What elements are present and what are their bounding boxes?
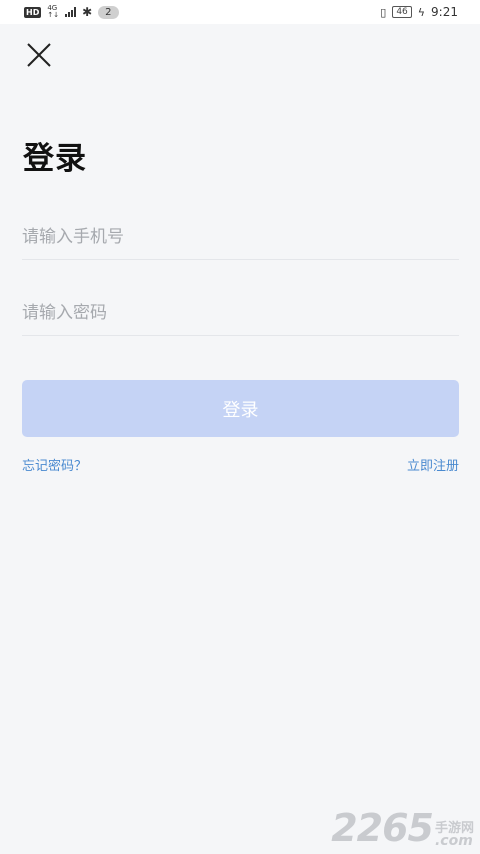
login-button[interactable]: 登录 <box>22 380 459 437</box>
phone-input[interactable] <box>22 216 459 258</box>
status-bar: HD 4G ↑↓ ✱ 2 ▯ 46 ϟ 9:21 <box>0 0 480 24</box>
close-button[interactable] <box>24 40 54 70</box>
bluetooth-icon: ✱ <box>82 5 93 19</box>
battery-icon: 46 <box>392 6 412 18</box>
register-link[interactable]: 立即注册 <box>407 455 459 474</box>
status-bar-left: HD 4G ↑↓ ✱ 2 <box>24 5 119 19</box>
phone-field <box>22 216 459 260</box>
watermark-number: 2265 <box>331 806 434 850</box>
status-bar-right: ▯ 46 ϟ 9:21 <box>380 5 458 19</box>
notification-count-badge: 2 <box>98 5 119 19</box>
charging-icon: ϟ <box>417 5 426 19</box>
page-title: 登录 <box>23 141 87 177</box>
site-watermark: 2265 手游网 .com <box>331 808 474 848</box>
watermark-suffix: .com <box>434 833 473 849</box>
network-icon: 4G ↑↓ <box>47 5 59 19</box>
forgot-password-link[interactable]: 忘记密码？ <box>22 455 87 474</box>
network-arrows-label: ↑↓ <box>47 11 60 19</box>
password-input[interactable] <box>22 292 459 334</box>
close-icon <box>27 43 51 67</box>
hd-icon: HD <box>24 6 42 18</box>
password-field <box>22 292 459 336</box>
signal-icon <box>65 7 77 17</box>
vibrate-icon: ▯ <box>380 5 387 19</box>
watermark-side: 手游网 .com <box>435 822 474 848</box>
clock-time: 9:21 <box>431 5 458 19</box>
